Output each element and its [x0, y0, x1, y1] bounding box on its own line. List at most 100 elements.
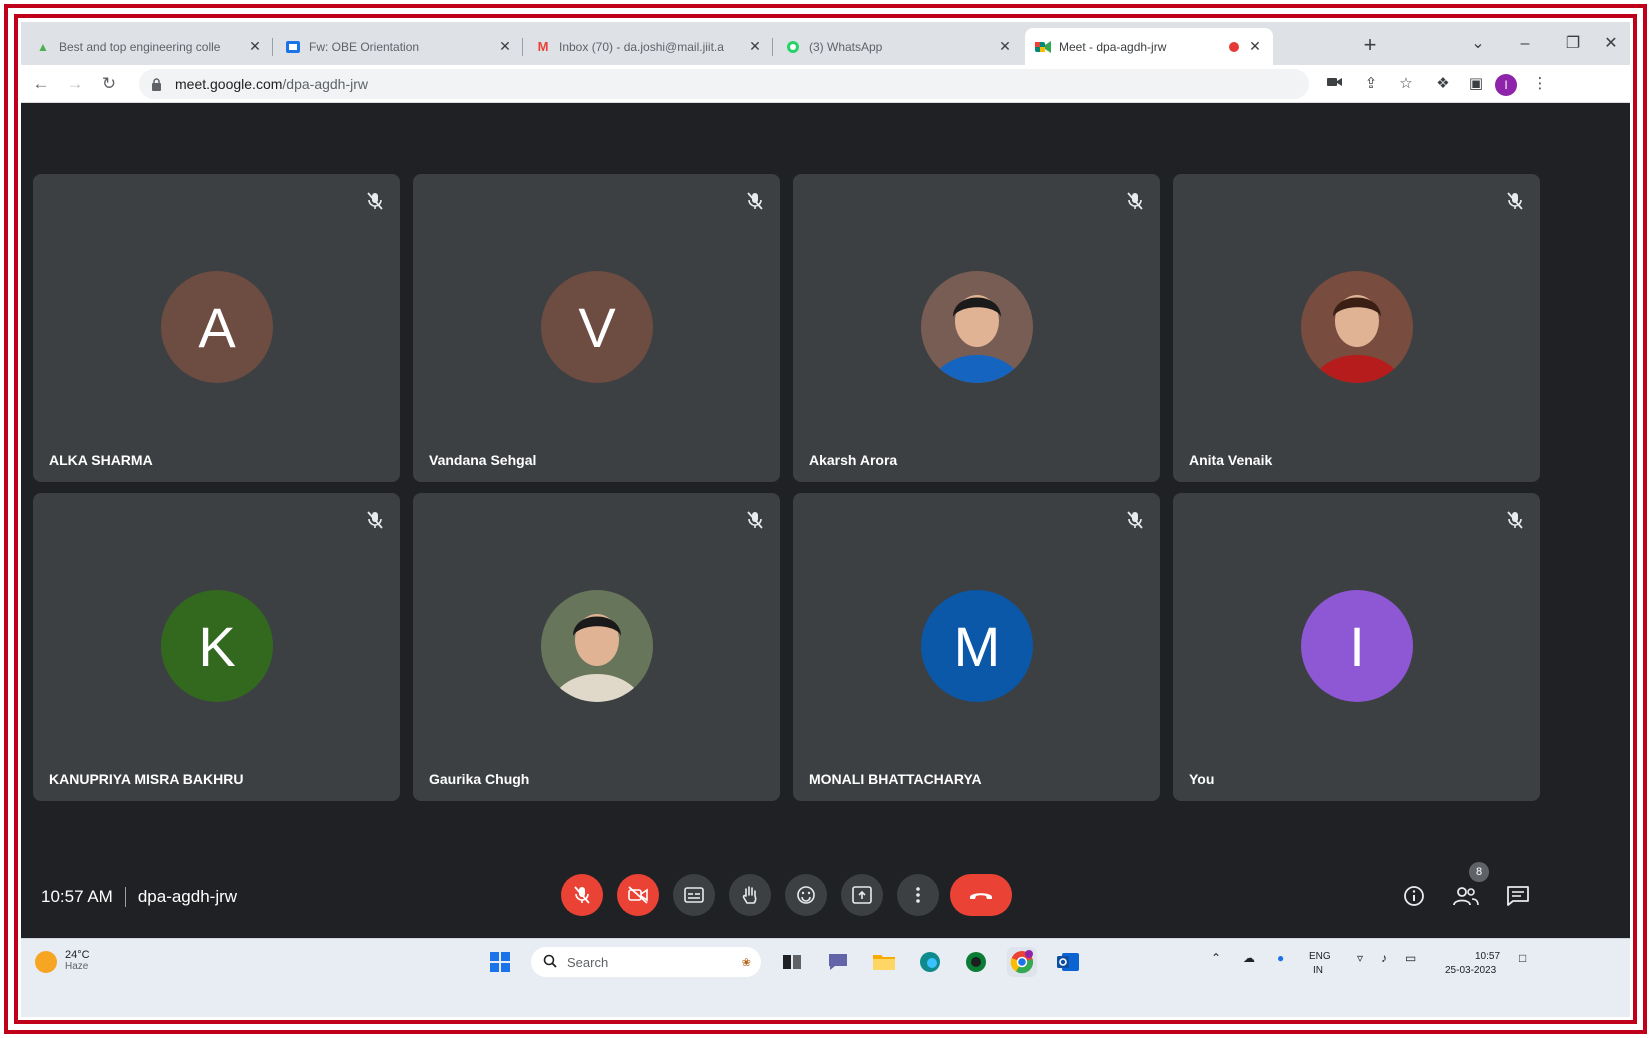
participant-name: You [1189, 771, 1215, 787]
back-icon[interactable]: ← [27, 70, 55, 98]
onedrive-icon[interactable]: ☁ [1243, 951, 1255, 965]
meeting-code: dpa-agdh-jrw [137, 887, 238, 906]
more-options-button[interactable] [897, 874, 939, 916]
tab-gmail-inbox[interactable]: M Inbox (70) - da.joshi@mail.jiit.a ✕ [525, 28, 773, 65]
tab-title: Inbox (70) - da.joshi@mail.jiit.a [559, 39, 724, 54]
participant-name: Gaurika Chugh [429, 771, 530, 787]
participant-tile[interactable]: Akarsh Arora [793, 174, 1160, 482]
mic-off-icon [366, 510, 386, 530]
emoji-reaction-button[interactable] [785, 874, 827, 916]
mic-off-icon [1506, 510, 1526, 530]
outlook-icon [1057, 953, 1079, 971]
reload-icon[interactable]: ↻ [95, 70, 123, 98]
profile-avatar[interactable]: I [1495, 74, 1517, 96]
present-screen-button[interactable] [841, 874, 883, 916]
chat-bubble-icon [829, 954, 847, 970]
participant-avatar: I [1301, 590, 1413, 702]
mic-off-icon [1126, 510, 1146, 530]
bookmark-star-icon[interactable]: ☆ [1392, 70, 1420, 98]
participant-name: Vandana Sehgal [429, 452, 537, 468]
weather-widget[interactable]: 24°C Haze [35, 949, 90, 973]
tab-whatsapp[interactable]: (3) WhatsApp ✕ [775, 28, 1023, 65]
participant-tile[interactable]: I You [1173, 493, 1540, 801]
close-icon[interactable]: ✕ [1247, 38, 1263, 55]
outlook-icon [285, 39, 301, 55]
window-close-icon[interactable]: ✕ [1596, 30, 1626, 58]
participant-tile[interactable]: K KANUPRIYA MISRA BAKHRU [33, 493, 400, 801]
restore-icon[interactable]: ❐ [1553, 30, 1593, 58]
extensions-icon[interactable]: ❖ [1429, 70, 1457, 98]
tab-title: Fw: OBE Orientation [309, 39, 420, 54]
mic-off-icon [366, 191, 386, 211]
mic-off-icon [574, 886, 590, 904]
captions-icon [684, 887, 704, 903]
close-icon[interactable]: ✕ [497, 38, 513, 55]
meeting-details-button[interactable] [1399, 881, 1429, 911]
participant-tile[interactable]: M MONALI BHATTACHARYA [793, 493, 1160, 801]
close-icon[interactable]: ✕ [747, 38, 763, 55]
tray-overflow-icon[interactable]: ⌃ [1211, 951, 1221, 965]
share-icon[interactable]: ⇪ [1357, 70, 1385, 98]
camera-in-use-icon[interactable] [1321, 70, 1349, 98]
participant-tile[interactable]: A ALKA SHARMA [33, 174, 400, 482]
tab-engineering-colleges[interactable]: ▲ Best and top engineering colle ✕ [25, 28, 273, 65]
participant-avatar: A [161, 271, 273, 383]
search-highlight-icon: ❀ [741, 956, 751, 969]
avatar-initial: V [578, 295, 616, 359]
raise-hand-button[interactable] [729, 874, 771, 916]
folder-icon [873, 955, 895, 970]
temperature: 24°C [65, 949, 90, 961]
people-button[interactable] [1451, 881, 1481, 911]
tab-obe-orientation[interactable]: Fw: OBE Orientation ✕ [275, 28, 523, 65]
participant-tile[interactable]: Anita Venaik [1173, 174, 1540, 482]
url-host: meet.google.com [175, 76, 283, 92]
microphone-tray-icon[interactable]: ● [1277, 951, 1284, 965]
browser-menu-icon[interactable]: ⋮ [1526, 70, 1554, 98]
volume-icon[interactable]: ♪ [1381, 951, 1387, 965]
people-icon [1453, 887, 1479, 906]
language-indicator[interactable]: ENG [1309, 951, 1331, 962]
clock-time[interactable]: 10:57 [1475, 951, 1500, 962]
screen: ▲ Best and top engineering colle ✕ Fw: O… [21, 22, 1630, 1017]
leave-call-button[interactable] [950, 874, 1012, 916]
task-view-button[interactable] [777, 947, 807, 977]
microphone-off-button[interactable] [561, 874, 603, 916]
participant-tile[interactable]: V Vandana Sehgal [413, 174, 780, 482]
address-bar[interactable]: meet.google.com/dpa-agdh-jrw [139, 69, 1309, 99]
participant-tile[interactable]: Gaurika Chugh [413, 493, 780, 801]
camera-off-button[interactable] [617, 874, 659, 916]
participant-avatar: K [161, 590, 273, 702]
close-icon[interactable]: ✕ [997, 38, 1013, 55]
edge-browser-button[interactable] [915, 947, 945, 977]
hang-up-icon [970, 893, 992, 899]
participant-name: ALKA SHARMA [49, 452, 153, 468]
battery-icon[interactable]: ▭ [1405, 951, 1416, 965]
file-explorer-button[interactable] [869, 947, 899, 977]
tab-search-chevron-icon[interactable]: ⌄ [1458, 30, 1498, 58]
captions-button[interactable] [673, 874, 715, 916]
minimize-icon[interactable]: – [1505, 30, 1545, 58]
close-icon[interactable]: ✕ [247, 38, 263, 55]
chat-button[interactable] [1503, 881, 1533, 911]
tab-meet[interactable]: Meet - dpa-agdh-jrw ✕ [1025, 28, 1273, 65]
teams-chat-button[interactable] [823, 947, 853, 977]
avatar-initial: M [953, 614, 1001, 678]
wifi-icon[interactable]: ▿ [1357, 951, 1363, 965]
outlook-button[interactable] [1053, 947, 1083, 977]
taskbar-search[interactable]: Search ❀ [531, 947, 761, 977]
start-button[interactable] [485, 947, 515, 977]
edge-icon [920, 952, 940, 972]
avatar-initial: K [198, 614, 236, 678]
side-panel-icon[interactable]: ▣ [1462, 70, 1490, 98]
hand-icon [742, 886, 757, 904]
chrome-button[interactable] [1007, 947, 1037, 977]
new-tab-button[interactable]: + [1356, 31, 1384, 59]
forward-icon[interactable]: → [61, 70, 89, 98]
mic-off-icon [746, 510, 766, 530]
whatsapp-icon [785, 39, 801, 55]
notification-icon[interactable]: □ [1519, 951, 1526, 965]
avatar-initial: I [1349, 614, 1365, 678]
store-button[interactable] [961, 947, 991, 977]
tab-bar: ▲ Best and top engineering colle ✕ Fw: O… [21, 22, 1630, 65]
mic-off-icon [1126, 191, 1146, 211]
